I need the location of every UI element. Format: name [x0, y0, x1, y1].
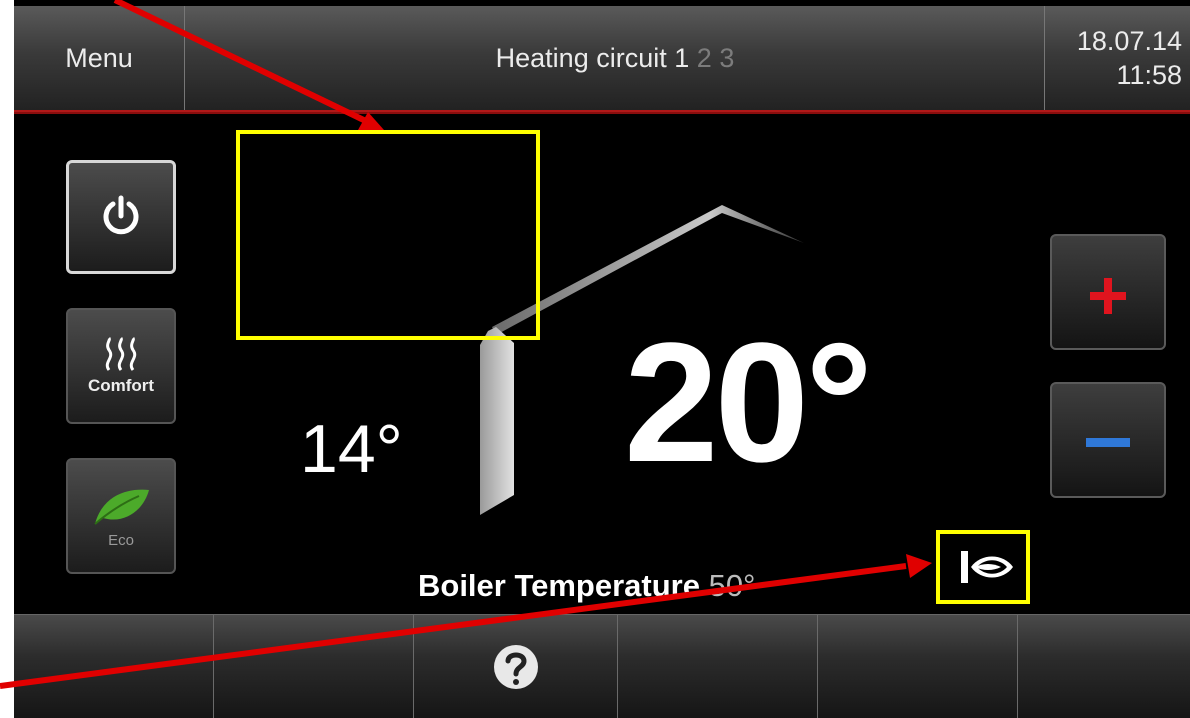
bottom-bar [14, 614, 1190, 718]
annotation-highlight-box [936, 530, 1030, 604]
setpoint-temperature: 20° [624, 308, 873, 498]
minus-icon [1086, 438, 1130, 447]
annotation-highlight-box [236, 130, 540, 340]
leaf-icon [94, 489, 149, 525]
thermostat-screen: Menu Heating circuit 1 2 3 18.07.14 11:5… [14, 0, 1190, 718]
decrease-temperature-button[interactable] [1050, 382, 1166, 498]
bottom-slot-6[interactable] [1018, 615, 1190, 718]
date-time: 18.07.14 11:58 [1046, 6, 1190, 110]
question-icon [494, 645, 538, 689]
date-text: 18.07.14 [1076, 26, 1182, 56]
circuit-3-tab[interactable]: 3 [719, 43, 734, 74]
header-divider [14, 112, 1190, 114]
bottom-slot-1[interactable] [14, 615, 214, 718]
time-text: 11:58 [1116, 60, 1182, 90]
menu-label: Menu [65, 42, 133, 73]
comfort-mode-button[interactable]: Comfort [66, 308, 176, 424]
eco-label: Eco [108, 531, 134, 549]
boiler-label: Boiler Temperature [418, 568, 700, 603]
circuit-title-text: Heating circuit [495, 42, 667, 73]
top-bar: Menu Heating circuit 1 2 3 18.07.14 11:5… [14, 6, 1190, 112]
outside-temperature: 14° [300, 411, 403, 487]
circuit-1-tab[interactable]: 1 [674, 43, 689, 74]
plus-icon [1090, 278, 1126, 314]
heat-waves-icon [105, 336, 137, 371]
comfort-label: Comfort [87, 376, 155, 395]
boiler-temperature: Boiler Temperature 50° [418, 568, 755, 604]
bottom-slot-4[interactable] [618, 615, 818, 718]
increase-temperature-button[interactable] [1050, 234, 1166, 350]
menu-button[interactable]: Menu [14, 6, 185, 110]
bottom-slot-5[interactable] [818, 615, 1018, 718]
eco-mode-button[interactable]: Eco [66, 458, 176, 574]
circuit-title: Heating circuit 1 2 3 [186, 6, 1045, 110]
power-icon [103, 195, 139, 235]
bottom-slot-2[interactable] [214, 615, 414, 718]
boiler-value: 50° [708, 568, 756, 603]
circuit-2-tab[interactable]: 2 [697, 43, 712, 74]
power-button[interactable] [66, 160, 176, 274]
help-button[interactable] [414, 615, 618, 718]
